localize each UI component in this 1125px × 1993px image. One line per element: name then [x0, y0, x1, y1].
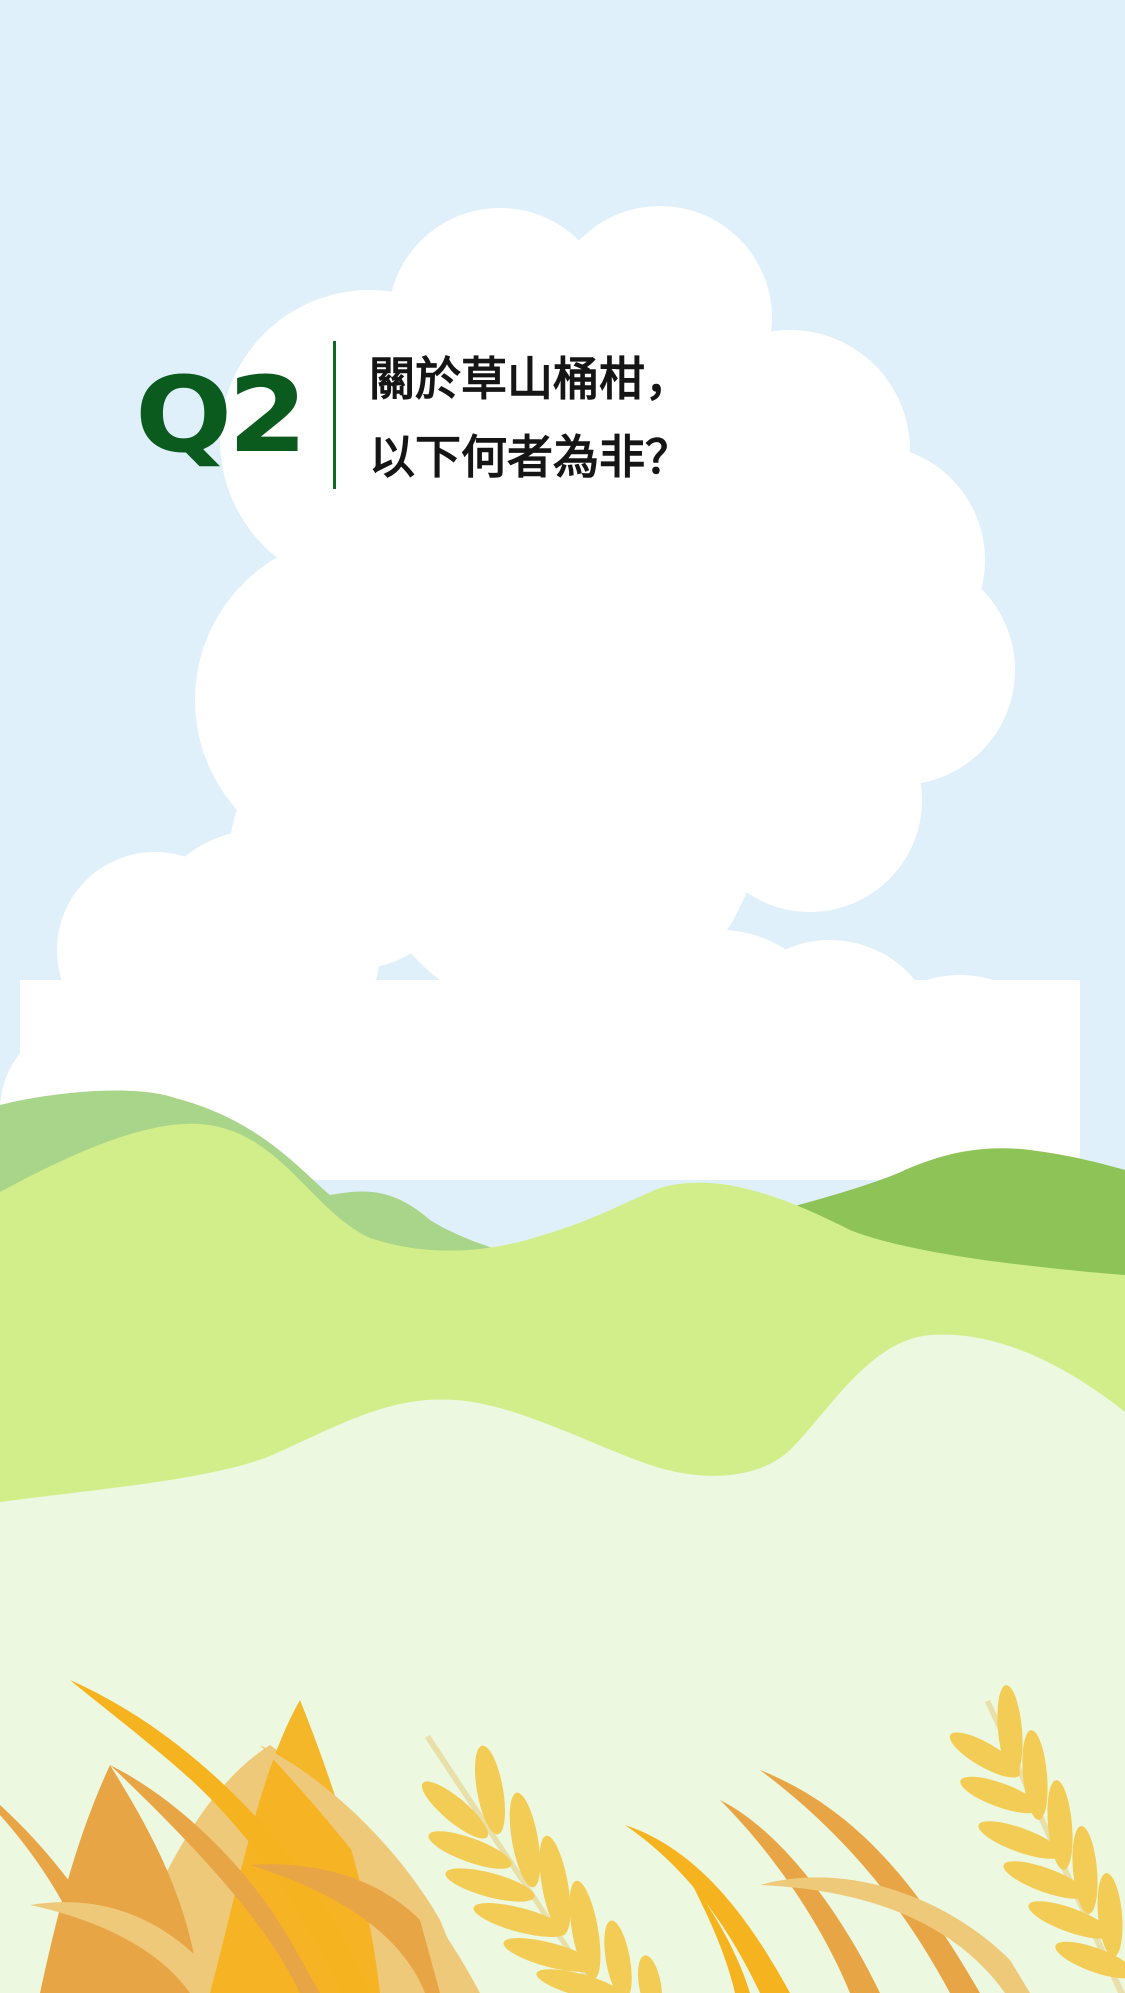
question-number: Q2	[135, 354, 307, 476]
question-line-2: 以下何者為非？	[369, 430, 691, 484]
question-line-1: 關於草山桶柑，	[369, 352, 691, 406]
background-illustration	[0, 0, 1125, 1993]
question-block: Q2 關於草山桶柑， 以下何者為非？	[135, 340, 691, 490]
question-text: 關於草山桶柑， 以下何者為非？	[369, 346, 691, 484]
